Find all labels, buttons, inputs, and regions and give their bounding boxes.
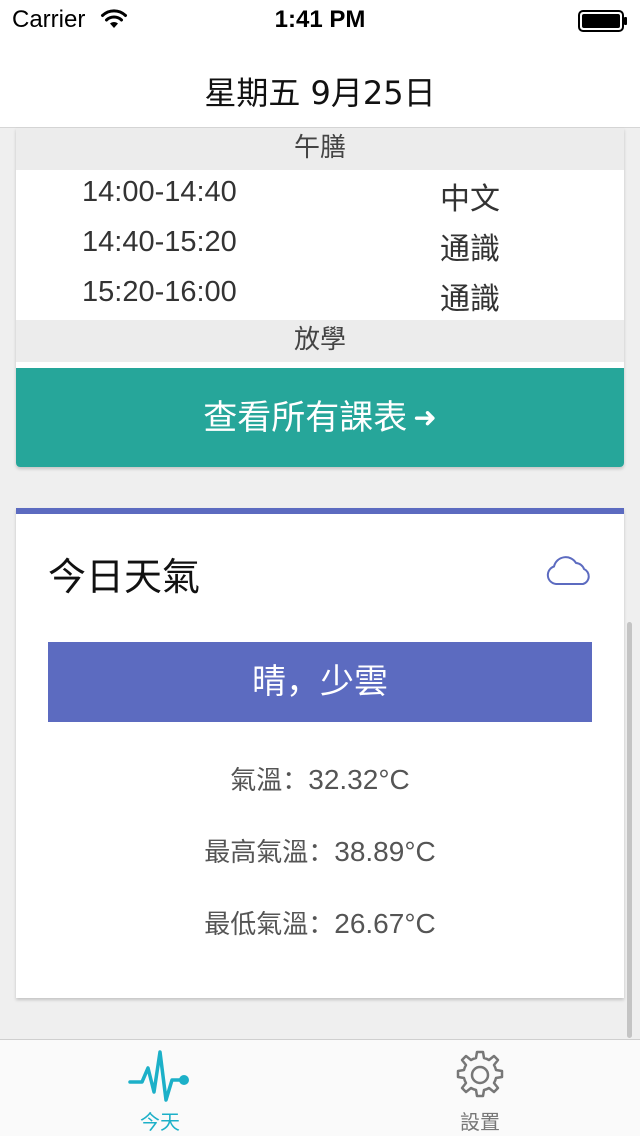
period-subject: 通識 — [440, 282, 500, 317]
scroll-indicator[interactable] — [627, 622, 632, 1038]
period-row: 15:20-16:00 通識 — [16, 270, 624, 320]
status-bar: Carrier 1:41 PM — [0, 0, 640, 40]
max-temperature-stat: 最高氣溫：38.89°C — [16, 832, 624, 869]
min-temperature-label: 最低氣溫： — [204, 910, 335, 940]
schedule-card: 午膳 14:00-14:40 中文 14:40-15:20 通識 15:20-1… — [16, 128, 624, 467]
tab-settings[interactable]: 設置 — [320, 1040, 640, 1136]
min-temperature-stat: 最低氣溫：26.67°C — [16, 904, 624, 941]
min-temperature-value: 26.67°C — [334, 908, 436, 939]
max-temperature-value: 38.89°C — [334, 836, 436, 867]
max-temperature-label: 最高氣溫： — [204, 838, 335, 868]
view-all-schedule-button[interactable]: 查看所有課表 ➜ — [16, 368, 624, 467]
view-all-label: 查看所有課表 — [203, 398, 408, 438]
period-subject: 通識 — [440, 232, 500, 267]
status-time: 1:41 PM — [274, 6, 366, 33]
period-subject: 中文 — [440, 182, 500, 217]
period-row: 14:00-14:40 中文 — [16, 170, 624, 220]
period-row: 14:40-15:20 通識 — [16, 220, 624, 270]
period-time: 14:40-15:20 — [82, 226, 237, 258]
tab-bar: 今天 設置 — [0, 1039, 640, 1136]
tab-today[interactable]: 今天 — [0, 1040, 320, 1136]
tab-today-label: 今天 — [140, 1110, 180, 1134]
gear-icon — [456, 1050, 504, 1098]
battery-icon — [578, 10, 627, 32]
nav-header: 星期五 9月25日 — [0, 40, 640, 128]
period-time: 15:20-16:00 — [82, 276, 237, 308]
period-time: 14:00-14:40 — [82, 176, 237, 208]
temperature-value: 32.32°C — [308, 764, 410, 795]
pulse-icon — [128, 1050, 189, 1102]
temperature-stat: 氣溫：32.32°C — [16, 760, 624, 797]
weather-card: 今日天氣 晴，少雲 氣溫：32.32°C 最高氣溫：38.89°C 最低氣溫：2… — [16, 508, 624, 998]
weather-title: 今日天氣 — [48, 555, 201, 599]
temperature-label: 氣溫： — [230, 766, 309, 796]
arrow-right-icon: ➜ — [413, 401, 437, 434]
weather-condition-banner: 晴，少雲 — [48, 642, 592, 722]
dismissal-row: 放學 — [16, 320, 624, 362]
cloud-icon — [546, 556, 590, 585]
lunch-break-row: 午膳 — [16, 128, 624, 170]
tab-settings-label: 設置 — [460, 1110, 500, 1134]
page-title: 星期五 9月25日 — [204, 74, 436, 112]
